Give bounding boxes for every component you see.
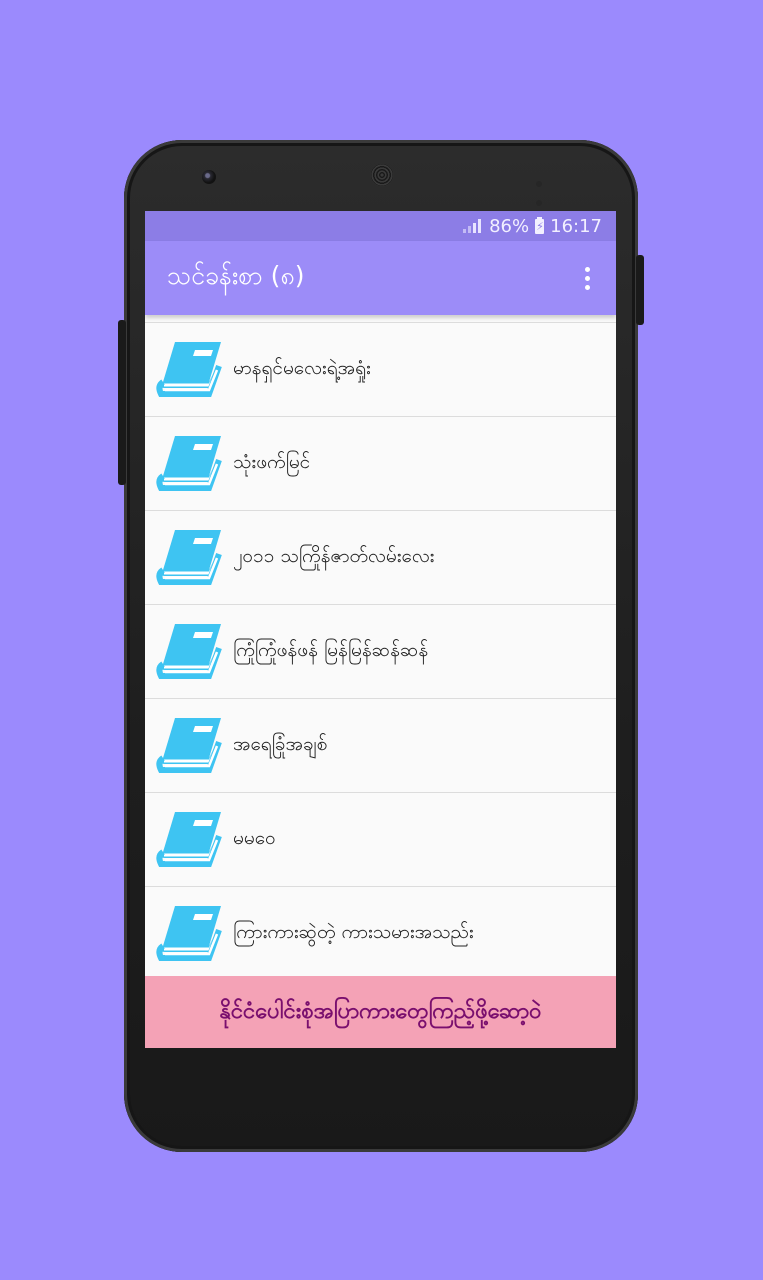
proximity-sensors xyxy=(536,172,566,206)
book-icon xyxy=(156,435,222,491)
list-item[interactable]: ကြုံကြုံဖန်ဖန် မြန်မြန်ဆန်ဆန် xyxy=(145,605,616,699)
book-icon xyxy=(156,341,222,397)
front-camera xyxy=(202,170,216,184)
book-icon xyxy=(156,717,222,773)
earpiece-speaker xyxy=(371,164,393,186)
volume-button xyxy=(118,320,126,485)
list-item-label: သုံးဖက်မြင် xyxy=(233,450,311,473)
list-item-label: မာနရှင်မလေးရဲ့အရှုံး xyxy=(233,356,371,379)
list-item[interactable]: ကြားကားဆွဲတဲ့ ကားသမားအသည်း xyxy=(145,887,616,981)
page-title: သင်ခန်းစာ (၈) xyxy=(167,260,305,290)
list-item-label: ၂၀၁၁ သကြိုန်ဇာတ်လမ်းလေး xyxy=(233,544,435,567)
list-item[interactable]: သုံးဖက်မြင် xyxy=(145,417,616,511)
app-bar: သင်ခန်းစာ (၈) xyxy=(145,241,616,315)
signal-icon xyxy=(463,219,482,233)
book-icon xyxy=(156,905,222,961)
battery-charging-icon: ⚡ xyxy=(535,216,545,234)
list-item-label: အရေခြုံအချစ် xyxy=(233,732,328,755)
book-icon xyxy=(156,623,222,679)
list-item-label: ကြားကားဆွဲတဲ့ ကားသမားအသည်း xyxy=(233,920,474,943)
list-item-label: ကြုံကြုံဖန်ဖန် မြန်မြန်ဆန်ဆန် xyxy=(233,638,429,661)
promo-banner[interactable]: နိုင်ငံပေါင်းစုံအပြာကားတွေကြည့်ဖို့ဆော့ဝ… xyxy=(145,976,616,1048)
list-item[interactable]: ၂၀၁၁ သကြိုန်ဇာတ်လမ်းလေး xyxy=(145,511,616,605)
book-icon xyxy=(156,529,222,585)
more-vert-icon[interactable] xyxy=(579,261,596,296)
list-item-label: မမဝေ xyxy=(233,826,276,849)
battery-percent: 86% xyxy=(489,215,530,237)
list-item[interactable]: မာနရှင်မလေးရဲ့အရှုံး xyxy=(145,322,616,417)
promo-banner-text: နိုင်ငံပေါင်းစုံအပြာကားတွေကြည့်ဖို့ဆော့ဝ… xyxy=(219,998,542,1024)
list-item[interactable]: မမဝေ xyxy=(145,793,616,887)
book-icon xyxy=(156,811,222,867)
power-button xyxy=(636,255,644,325)
list-item[interactable]: အရေခြုံအချစ် xyxy=(145,699,616,793)
lesson-list: မာနရှင်မလေးရဲ့အရှုံး သုံးဖက်မြင် ၂၀၁၁ သက… xyxy=(145,322,616,981)
app-screen: 86% ⚡ 16:17 သင်ခန်းစာ (၈) မာနရှင်မလေးရဲ့… xyxy=(145,211,616,1048)
clock: 16:17 xyxy=(550,215,602,237)
status-bar: 86% ⚡ 16:17 xyxy=(145,211,616,241)
